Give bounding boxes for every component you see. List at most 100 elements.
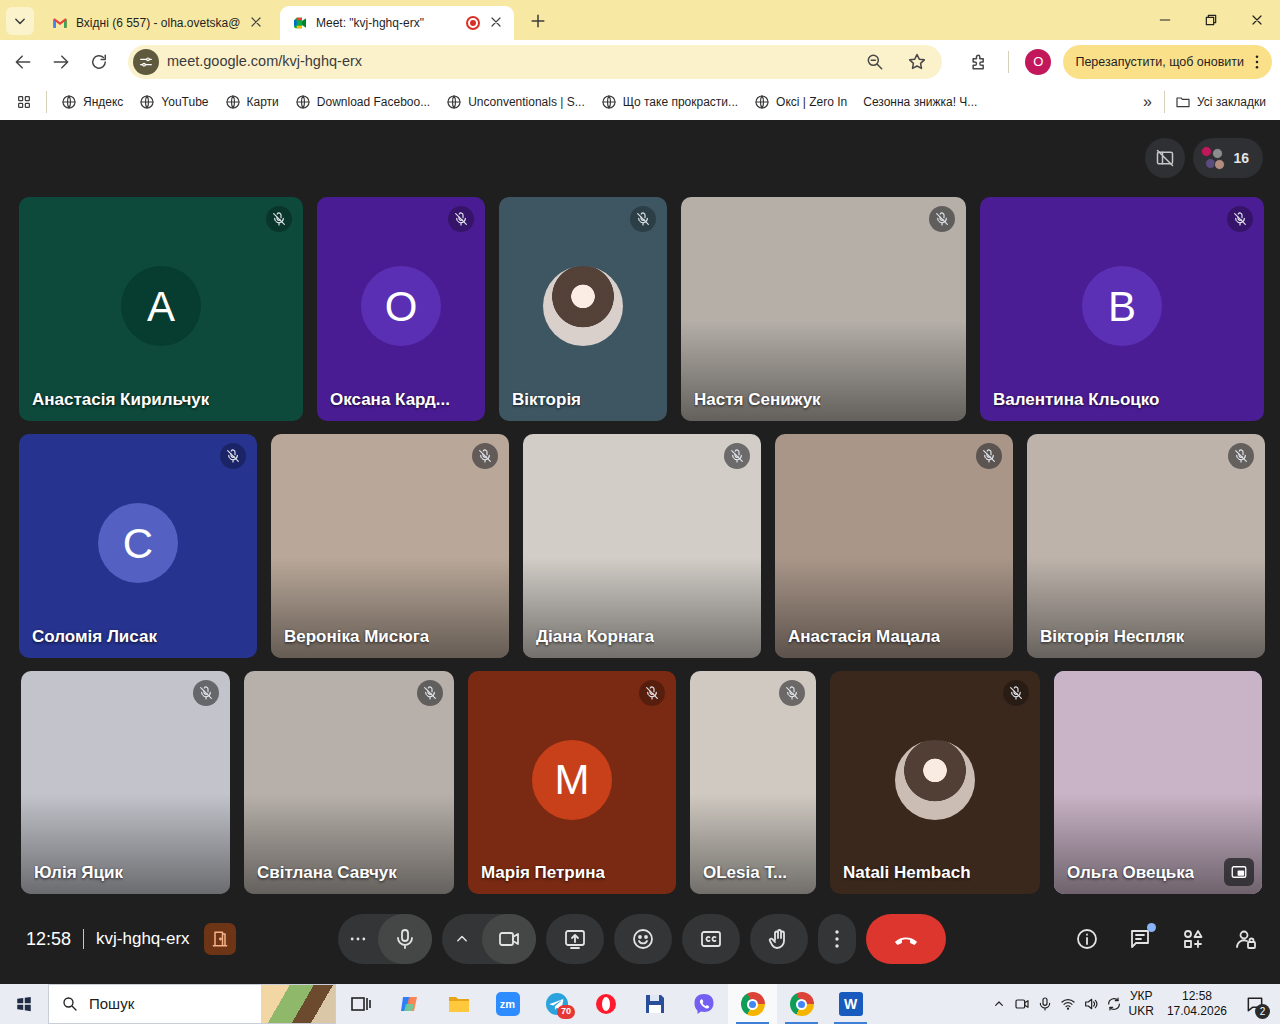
all-bookmarks-button[interactable]: Усі закладки bbox=[1169, 90, 1272, 114]
search-highlight-picture bbox=[261, 985, 335, 1023]
language-indicator[interactable]: УКРUKR bbox=[1129, 989, 1154, 1019]
apps-button[interactable] bbox=[10, 91, 38, 113]
participant-tile[interactable]: Світлана Савчук bbox=[244, 671, 454, 894]
reactions-button[interactable] bbox=[614, 914, 672, 964]
extensions-button[interactable] bbox=[962, 45, 996, 79]
participant-tile[interactable]: Юлія Яцик bbox=[21, 671, 230, 894]
mic-in-use-indicator[interactable] bbox=[1037, 996, 1053, 1012]
zoom-button[interactable] bbox=[858, 45, 892, 79]
mini-avatar bbox=[1212, 148, 1223, 159]
audio-options-button[interactable] bbox=[338, 914, 378, 964]
taskbar-app[interactable] bbox=[777, 984, 826, 1024]
video-options-button[interactable] bbox=[442, 914, 482, 964]
participant-tile[interactable]: Настя Сенижук bbox=[681, 197, 966, 421]
taskbar-app[interactable]: zm bbox=[483, 984, 532, 1024]
taskbar-app[interactable]: 70 bbox=[532, 984, 581, 1024]
bookmark-item[interactable]: Download Faceboo... bbox=[289, 90, 436, 114]
url-text[interactable]: meet.google.com/kvj-hghq-erx bbox=[167, 51, 850, 73]
activities-button[interactable] bbox=[1181, 927, 1205, 951]
more-options-button[interactable] bbox=[818, 914, 856, 964]
muted-badge bbox=[220, 443, 246, 469]
participant-tile[interactable]: Анастасія Мацала bbox=[775, 434, 1013, 658]
restore-button[interactable] bbox=[1188, 0, 1234, 40]
taskbar-app[interactable] bbox=[630, 984, 679, 1024]
self-view-toggle-button[interactable] bbox=[1145, 138, 1185, 178]
taskbar-app[interactable] bbox=[336, 984, 385, 1024]
taskbar-app[interactable] bbox=[385, 984, 434, 1024]
companion-button[interactable] bbox=[204, 923, 236, 955]
sync-indicator[interactable] bbox=[1106, 996, 1122, 1012]
participant-tile[interactable]: Вікторія bbox=[499, 197, 667, 421]
participant-tile[interactable]: ВВалентина Кльоцко bbox=[980, 197, 1264, 421]
participant-name: Світлана Савчук bbox=[257, 860, 397, 886]
back-button[interactable] bbox=[6, 45, 40, 79]
taskbar-app[interactable] bbox=[679, 984, 728, 1024]
reload-button[interactable] bbox=[82, 45, 116, 79]
volume-button[interactable] bbox=[1083, 996, 1099, 1012]
camera-button[interactable] bbox=[482, 914, 536, 964]
taskbar-app[interactable] bbox=[581, 984, 630, 1024]
captions-button[interactable] bbox=[682, 914, 740, 964]
chat-button[interactable] bbox=[1128, 927, 1152, 951]
address-bar[interactable]: meet.google.com/kvj-hghq-erx bbox=[128, 45, 942, 79]
avatar-initial: М bbox=[532, 740, 612, 820]
microphone-button[interactable] bbox=[378, 914, 432, 964]
tab-close-button[interactable] bbox=[248, 14, 266, 32]
participants-button[interactable]: 16 bbox=[1193, 138, 1263, 178]
browser-tab[interactable]: Meet: "kvj-hghq-erx" bbox=[280, 6, 514, 40]
participant-tile[interactable]: Діана Корнага bbox=[523, 434, 761, 658]
bookmark-item[interactable]: Яндекс bbox=[55, 90, 129, 114]
clock[interactable]: 12:5817.04.2026 bbox=[1167, 989, 1227, 1019]
participant-tile[interactable]: Вікторія Неспляк bbox=[1027, 434, 1265, 658]
participant-tile[interactable]: Ольга Овецька bbox=[1054, 671, 1262, 894]
taskbar-search[interactable]: Пошук bbox=[48, 984, 336, 1024]
present-button[interactable] bbox=[546, 914, 604, 964]
taskbar-app[interactable] bbox=[728, 984, 777, 1024]
hidden-icons-button[interactable] bbox=[991, 996, 1007, 1012]
network-button[interactable] bbox=[1060, 996, 1076, 1012]
picture-in-picture-button[interactable] bbox=[1224, 858, 1254, 886]
participant-tile[interactable]: ООксана Кард... bbox=[317, 197, 485, 421]
site-info-button[interactable] bbox=[133, 49, 159, 75]
participant-name: OLesia T... bbox=[703, 860, 787, 886]
start-button[interactable] bbox=[0, 984, 48, 1024]
bookmark-item[interactable]: Unconventionals | S... bbox=[440, 90, 591, 114]
participant-tile[interactable]: ССоломія Лисак bbox=[19, 434, 257, 658]
close-window-button[interactable] bbox=[1234, 0, 1280, 40]
bookmark-star-button[interactable] bbox=[900, 45, 934, 79]
new-tab-button[interactable] bbox=[524, 7, 552, 35]
restart-update-button[interactable]: Перезапустити, щоб оновити bbox=[1063, 45, 1272, 79]
bookmark-label: Оксі | Zero In bbox=[776, 93, 847, 111]
bookmark-item[interactable]: Що таке прокрасти... bbox=[595, 90, 744, 114]
profile-button[interactable]: O bbox=[1021, 45, 1055, 79]
close-icon bbox=[1249, 12, 1265, 28]
taskbar-app[interactable]: W bbox=[826, 984, 875, 1024]
back-arrow-icon bbox=[13, 52, 33, 72]
forward-button[interactable] bbox=[44, 45, 78, 79]
toolbar-divider bbox=[1008, 51, 1009, 73]
browser-tab[interactable]: Вхідні (6 557) - olha.ovetska@n bbox=[40, 6, 274, 40]
bookmark-item[interactable]: Карти bbox=[219, 90, 285, 114]
bookmark-item[interactable]: Оксі | Zero In bbox=[748, 90, 853, 114]
camera-in-use-indicator[interactable] bbox=[1014, 996, 1030, 1012]
more-bookmarks-button[interactable]: » bbox=[1135, 90, 1160, 114]
notifications-button[interactable]: 2 bbox=[1240, 989, 1270, 1019]
raise-hand-button[interactable] bbox=[750, 914, 808, 964]
participant-tile[interactable]: OLesia T... bbox=[690, 671, 816, 894]
participant-tile[interactable]: ММарія Петрина bbox=[468, 671, 676, 894]
chrome-icon bbox=[741, 992, 765, 1016]
tab-close-button[interactable] bbox=[488, 14, 506, 32]
avatar-initial: С bbox=[98, 503, 178, 583]
leave-call-button[interactable] bbox=[866, 914, 946, 964]
bookmark-item[interactable]: Сезонна знижка! Ч... bbox=[857, 90, 983, 114]
meeting-info-button[interactable] bbox=[1075, 927, 1099, 951]
minimize-button[interactable] bbox=[1142, 0, 1188, 40]
participant-tile[interactable]: Natali Hembach bbox=[830, 671, 1040, 894]
bookmark-item[interactable]: YouTube bbox=[133, 90, 214, 114]
taskbar-app[interactable] bbox=[434, 984, 483, 1024]
host-controls-button[interactable] bbox=[1234, 927, 1258, 951]
participant-tile[interactable]: Вероніка Мисюга bbox=[271, 434, 509, 658]
muted-badge bbox=[1228, 443, 1254, 469]
participant-tile[interactable]: ААнастасія Кирильчук bbox=[19, 197, 303, 421]
tab-search-button[interactable] bbox=[6, 7, 34, 35]
